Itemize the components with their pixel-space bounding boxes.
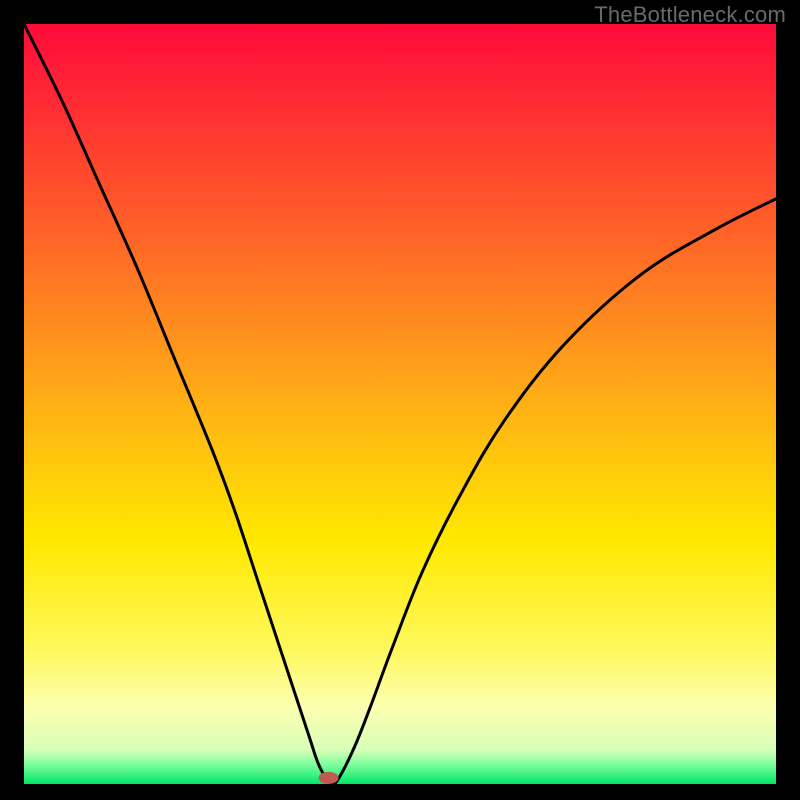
gradient-background <box>24 24 776 784</box>
optimal-point-marker <box>319 772 339 784</box>
chart-svg <box>24 24 776 784</box>
watermark-text: TheBottleneck.com <box>594 2 786 28</box>
chart-frame <box>24 24 776 784</box>
